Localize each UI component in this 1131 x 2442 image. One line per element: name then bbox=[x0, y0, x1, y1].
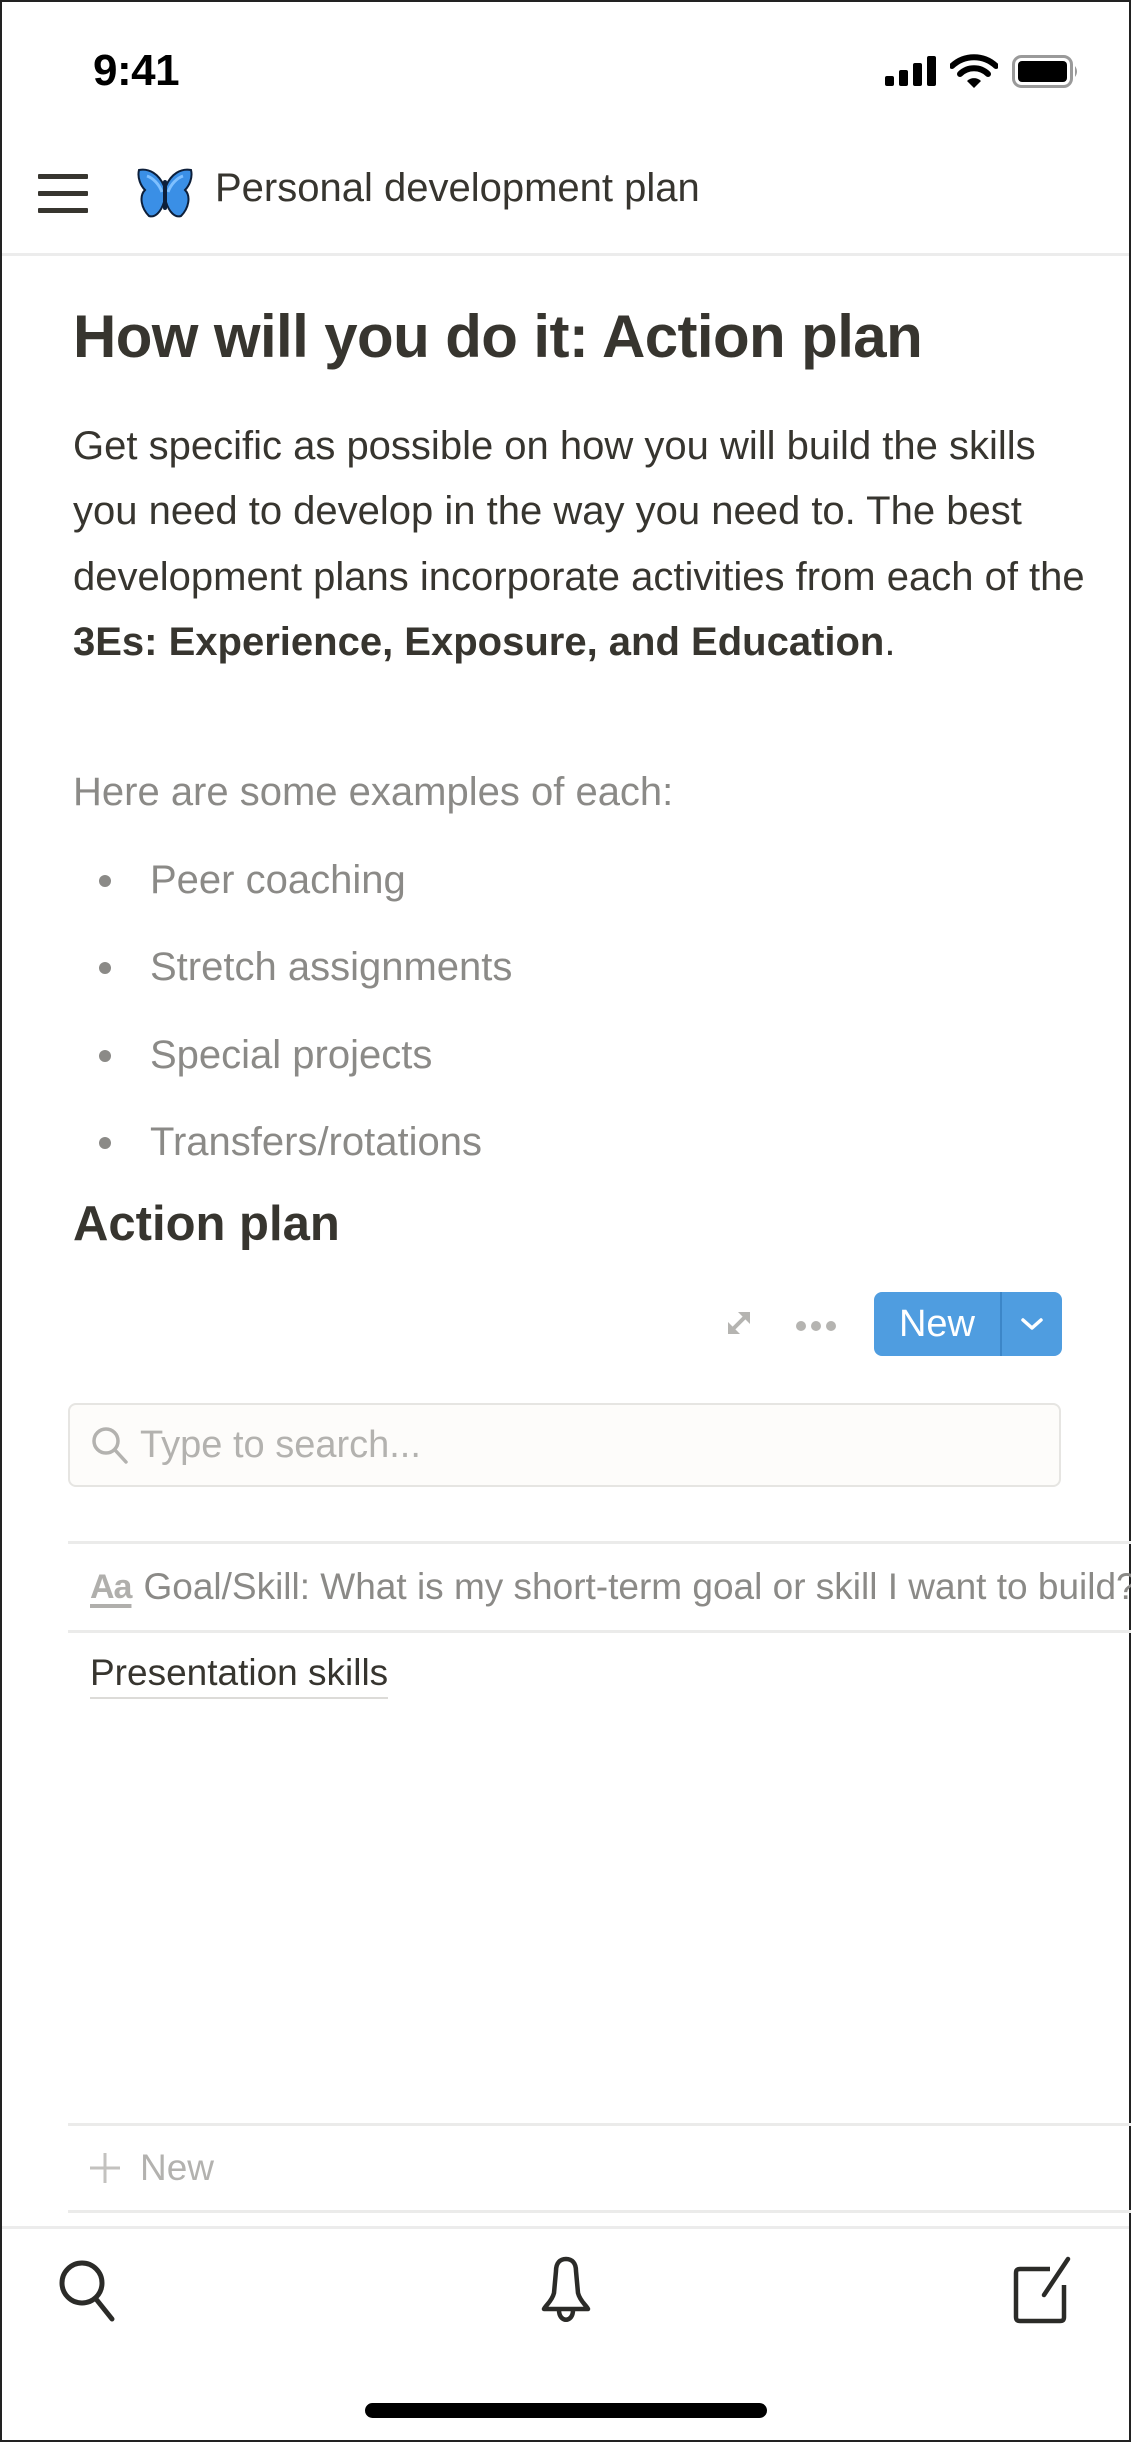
signal-icon bbox=[885, 56, 936, 86]
butterfly-page-icon bbox=[137, 168, 193, 218]
intro-paragraph: Get specific as possible on how you will… bbox=[73, 414, 1093, 675]
battery-icon bbox=[1012, 55, 1077, 88]
wifi-icon bbox=[950, 54, 998, 88]
list-item-text: Transfers/rotations bbox=[150, 1119, 482, 1164]
action-plan-heading: Action plan bbox=[73, 1197, 340, 1251]
status-time: 9:41 bbox=[93, 46, 180, 95]
list-item: Stretch assignments bbox=[73, 924, 512, 1011]
column-title: Goal/Skill: What is my short-term goal o… bbox=[143, 1566, 1131, 1607]
bullet-icon bbox=[99, 1136, 111, 1149]
chevron-down-icon bbox=[1021, 1318, 1043, 1330]
list-item-text: Stretch assignments bbox=[150, 945, 513, 990]
compose-icon[interactable] bbox=[1010, 2255, 1074, 2325]
paragraph-end: . bbox=[884, 619, 896, 664]
page-title: Personal development plan bbox=[215, 166, 700, 210]
search-icon[interactable] bbox=[56, 2255, 120, 2325]
list-item-text: Peer coaching bbox=[150, 858, 406, 902]
table-row[interactable]: Presentation skills bbox=[90, 1652, 389, 1699]
list-item: Transfers/rotations bbox=[73, 1099, 512, 1186]
add-row-label: New bbox=[140, 2147, 215, 2188]
new-button-group: New bbox=[874, 1292, 1062, 1356]
hamburger-menu-button[interactable] bbox=[38, 172, 88, 214]
bell-icon[interactable] bbox=[534, 2255, 598, 2325]
search-input[interactable] bbox=[138, 1422, 1022, 1468]
plus-icon bbox=[90, 2153, 120, 2183]
new-button[interactable]: New bbox=[874, 1292, 1000, 1356]
expand-arrows-icon[interactable] bbox=[722, 1306, 756, 1340]
add-row-button[interactable]: New bbox=[88, 2146, 214, 2190]
examples-list: Peer coaching Stretch assignments Specia… bbox=[73, 837, 512, 1186]
bullet-icon bbox=[99, 1049, 111, 1062]
bullet-icon bbox=[99, 962, 111, 975]
section-heading: How will you do it: Action plan bbox=[73, 303, 923, 370]
tab-bar-divider bbox=[2, 2226, 1129, 2229]
paragraph-text: Get specific as possible on how you will… bbox=[73, 424, 1085, 599]
list-item: Peer coaching bbox=[73, 837, 512, 924]
table-top-border bbox=[68, 1541, 1131, 1544]
bullet-icon bbox=[99, 875, 111, 887]
new-dropdown-button[interactable] bbox=[1002, 1292, 1062, 1356]
paragraph-bold-text: 3Es: Experience, Exposure, and Education bbox=[73, 619, 885, 664]
search-icon bbox=[92, 1427, 128, 1464]
table-footer-border bbox=[68, 2123, 1131, 2126]
header-divider bbox=[2, 253, 1129, 256]
column-header[interactable]: Aa Goal/Skill: What is my short-term goa… bbox=[90, 1562, 1131, 1612]
more-dots-icon[interactable] bbox=[794, 1318, 838, 1334]
list-item: Special projects bbox=[73, 1012, 512, 1099]
search-field bbox=[68, 1403, 1061, 1487]
list-item-text: Special projects bbox=[150, 1032, 433, 1077]
examples-intro: Here are some examples of each: bbox=[73, 770, 674, 814]
table-bottom-border bbox=[68, 2210, 1131, 2213]
home-indicator[interactable] bbox=[365, 2403, 767, 2418]
text-property-icon: Aa bbox=[90, 1567, 132, 1606]
table-header-border bbox=[68, 1630, 1131, 1633]
